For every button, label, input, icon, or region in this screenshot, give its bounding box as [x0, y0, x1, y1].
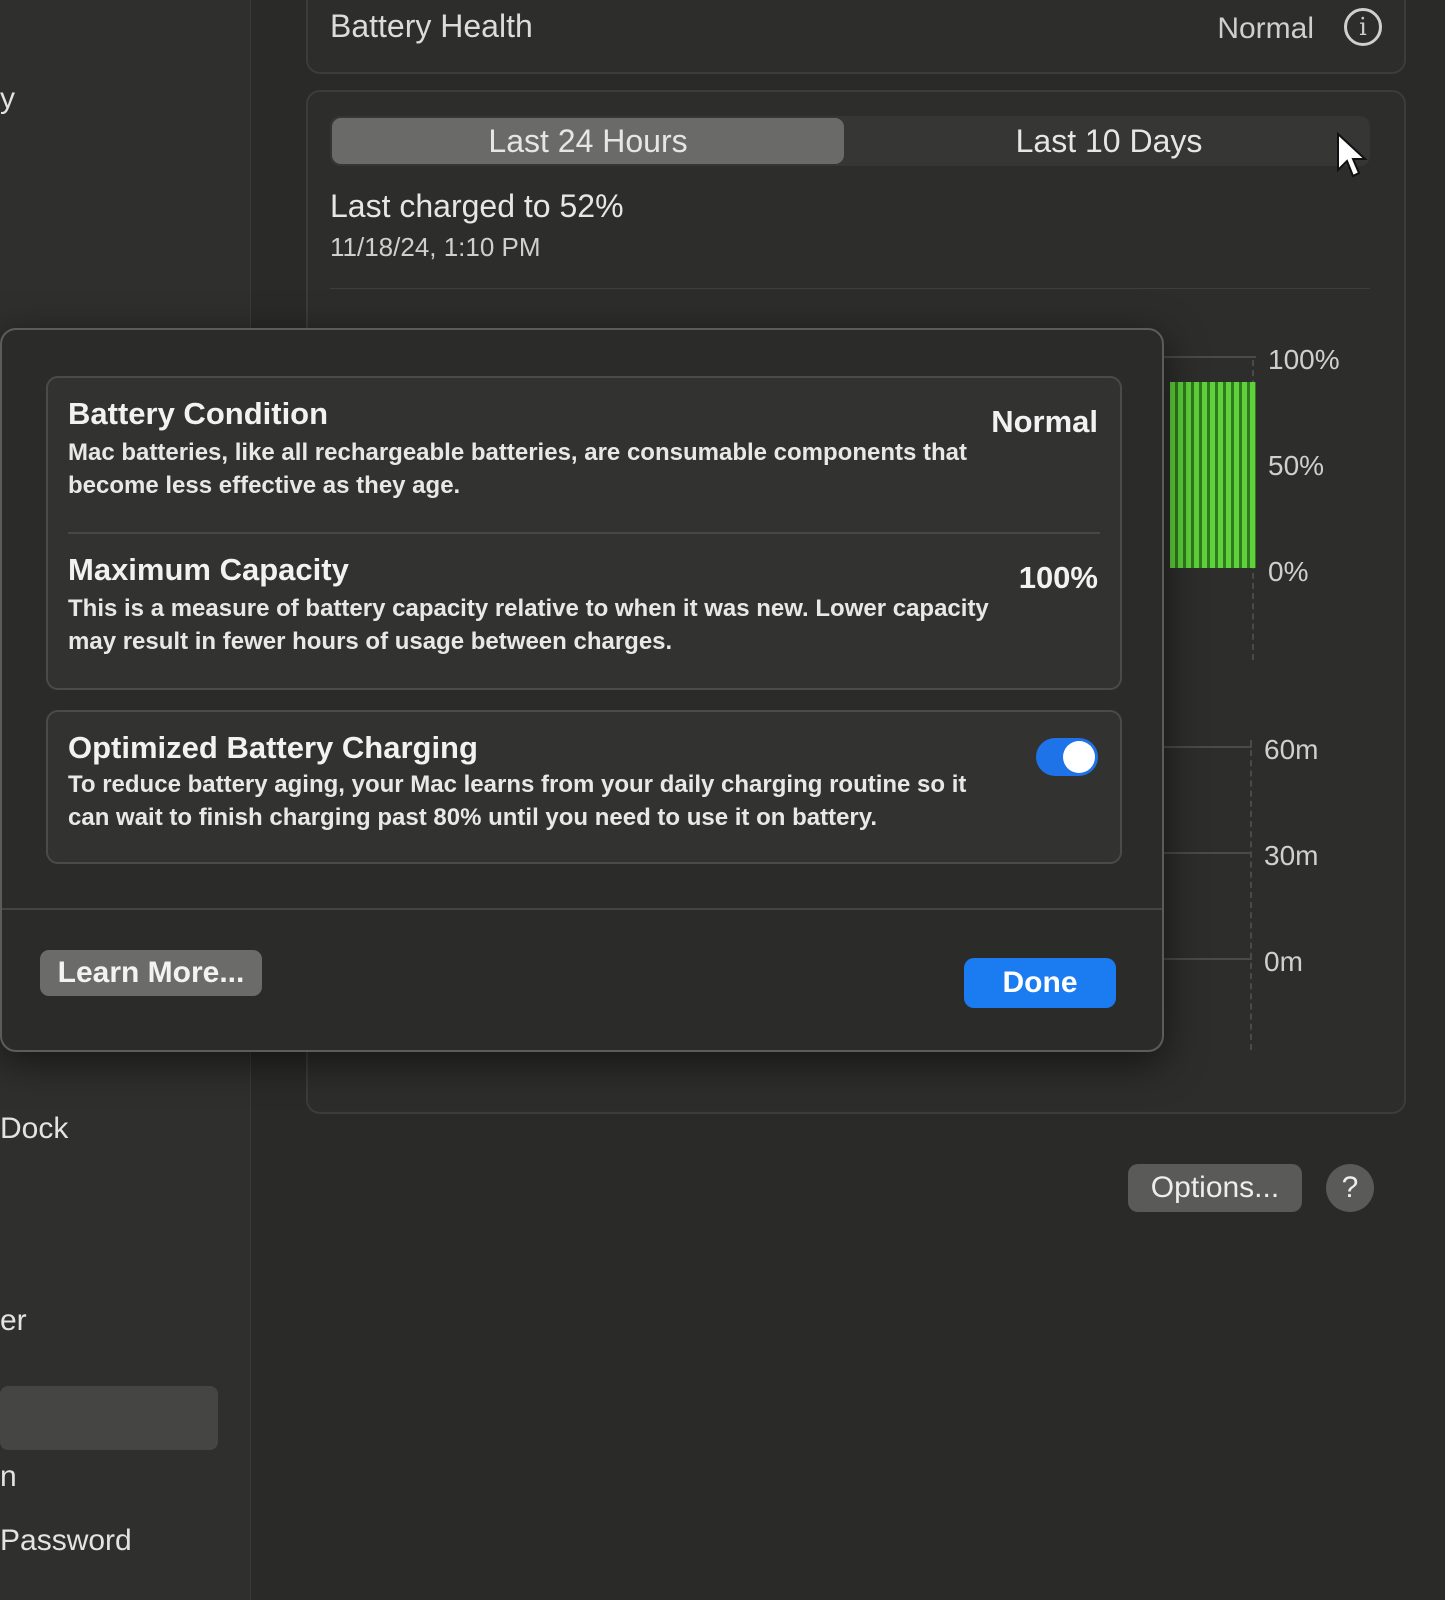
sidebar-item-partial[interactable]: er	[0, 1304, 27, 1338]
maximum-capacity-title: Maximum Capacity	[68, 552, 349, 587]
help-button[interactable]: ?	[1326, 1164, 1374, 1212]
chart-gridline	[1250, 740, 1252, 1050]
sidebar-item-dock[interactable]: Dock	[0, 1112, 68, 1146]
battery-health-dialog: Battery Condition Normal Mac batteries, …	[0, 328, 1164, 1052]
sidebar-selected-item[interactable]	[0, 1386, 218, 1450]
maximum-capacity-description: This is a measure of battery capacity re…	[68, 595, 989, 655]
battery-axis-label: 50%	[1268, 450, 1325, 481]
chart-gridline	[1160, 958, 1252, 960]
time-axis-label: 0m	[1264, 946, 1303, 977]
learn-more-button[interactable]: Learn More...	[40, 950, 262, 996]
last-charged-label: Last charged to 52%	[330, 188, 624, 224]
battery-level-bars	[1170, 382, 1256, 568]
sidebar-item-partial[interactable]: y	[0, 82, 15, 116]
tab-last-24-hours[interactable]: Last 24 Hours	[332, 118, 844, 164]
time-range-segmented-control: Last 24 Hours Last 10 Days	[330, 116, 1370, 166]
chart-gridline	[1160, 356, 1256, 358]
optimized-charging-toggle[interactable]	[1036, 738, 1098, 776]
tab-last-10-days[interactable]: Last 10 Days	[850, 118, 1368, 164]
optimized-charging-group: Optimized Battery Charging To reduce bat…	[46, 710, 1122, 864]
pointer-cursor-icon	[1336, 131, 1368, 185]
sidebar-item-password[interactable]: Password	[0, 1524, 132, 1558]
chart-gridline	[1160, 746, 1252, 748]
divider	[2, 908, 1162, 910]
battery-axis-label: 100%	[1268, 344, 1340, 375]
sidebar-item-partial[interactable]: n	[0, 1460, 17, 1494]
info-icon[interactable]: i	[1344, 8, 1382, 46]
battery-axis-label: 0%	[1268, 556, 1309, 587]
battery-condition-title: Battery Condition	[68, 396, 329, 431]
divider	[330, 288, 1370, 289]
battery-health-title: Battery Health	[330, 8, 533, 44]
toggle-knob	[1063, 741, 1095, 773]
optimized-charging-description: To reduce battery aging, your Mac learns…	[68, 771, 967, 831]
maximum-capacity-value: 100%	[1018, 560, 1098, 595]
battery-condition-value: Normal	[991, 404, 1098, 439]
battery-info-group: Battery Condition Normal Mac batteries, …	[46, 376, 1122, 690]
divider	[68, 532, 1100, 534]
battery-condition-description: Mac batteries, like all rechargeable bat…	[68, 439, 967, 499]
battery-health-card: Battery Health Normal i	[306, 0, 1406, 74]
battery-health-value: Normal	[1217, 12, 1314, 45]
time-axis-label: 30m	[1264, 840, 1319, 871]
done-button[interactable]: Done	[964, 958, 1116, 1008]
time-axis-label: 60m	[1264, 734, 1319, 765]
optimized-charging-title: Optimized Battery Charging	[68, 730, 478, 765]
chart-gridline	[1160, 852, 1252, 854]
last-charged-date: 11/18/24, 1:10 PM	[330, 232, 541, 262]
options-button[interactable]: Options...	[1128, 1164, 1302, 1212]
